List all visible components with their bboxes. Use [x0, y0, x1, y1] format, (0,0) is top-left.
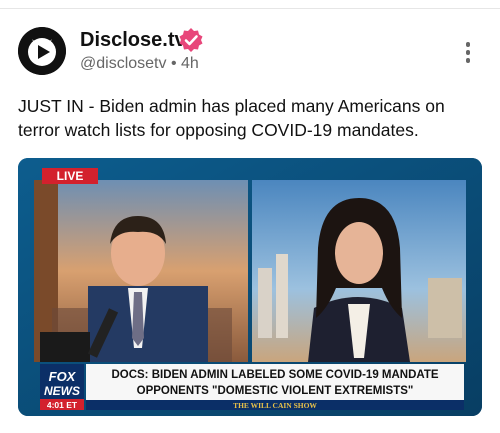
- meta-separator: •: [170, 55, 177, 72]
- video-thumbnail[interactable]: LIVE FOX NEWS 4:01 ET DOCS: BIDEN ADMIN …: [18, 158, 482, 416]
- handle-row: @disclosetv • 4h: [80, 55, 199, 73]
- headline-line1: DOCS: BIDEN ADMIN LABELED SOME COVID-19 …: [111, 369, 438, 381]
- broadcast-clock: 4:01 ET: [47, 400, 78, 410]
- headline-line2: OPPONENTS "DOMESTIC VIOLENT EXTREMISTS": [137, 385, 414, 397]
- avatar[interactable]: [18, 27, 66, 75]
- post-text: JUST IN - Biden admin has placed many Am…: [18, 96, 445, 140]
- post-time[interactable]: 4h: [181, 55, 199, 73]
- disclose-tv-logo-icon: [18, 27, 66, 75]
- fox-logo-line2: NEWS: [44, 384, 80, 398]
- fox-logo-line1: FOX: [49, 369, 77, 384]
- show-tag: THE WILL CAIN SHOW: [233, 401, 317, 410]
- broadcast-frame: LIVE FOX NEWS 4:01 ET DOCS: BIDEN ADMIN …: [18, 158, 482, 416]
- more-vertical-icon[interactable]: [462, 42, 474, 66]
- author-name[interactable]: Disclose.tv: [80, 29, 186, 52]
- live-badge: LIVE: [57, 169, 84, 183]
- verified-badge-icon: [179, 28, 203, 52]
- author-handle[interactable]: @disclosetv: [80, 55, 167, 73]
- top-divider: [0, 8, 500, 9]
